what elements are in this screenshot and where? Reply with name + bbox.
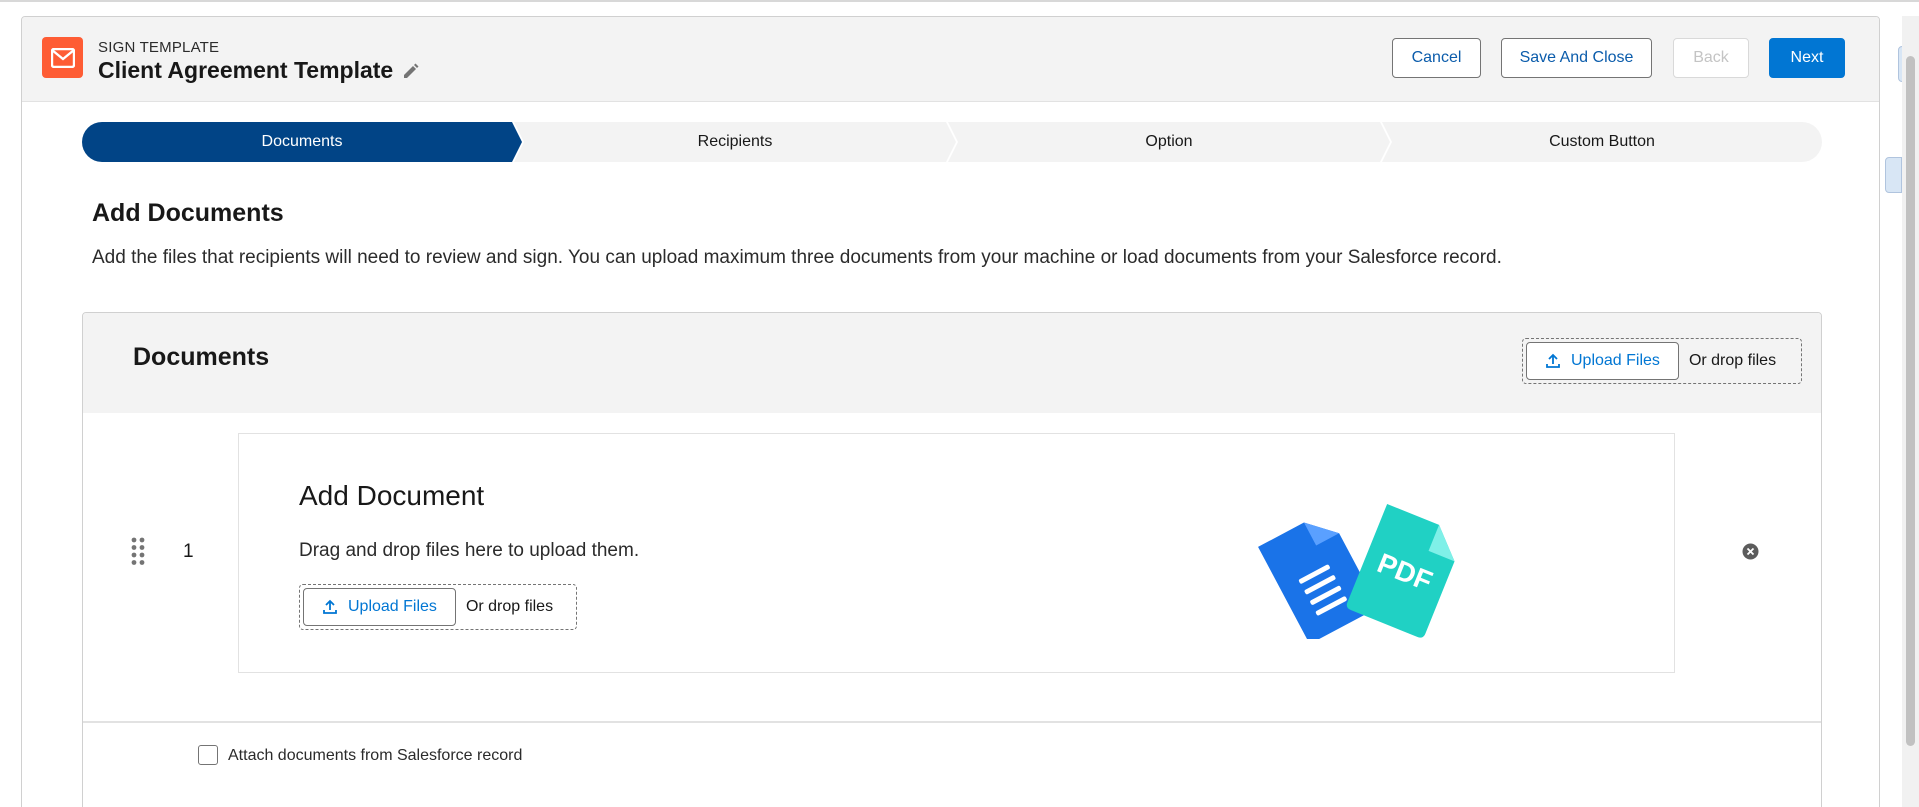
progress-path: Documents Recipients Option Custom Butto… [82,122,1822,162]
drop-files-label: Or drop files [1688,352,1777,369]
upload-files-button[interactable]: Upload Files [1526,342,1679,380]
mail-icon [42,37,83,78]
drag-handle-icon[interactable] [131,537,145,565]
upload-files-label: Upload Files [348,598,437,615]
cancel-button[interactable]: Cancel [1392,38,1481,78]
upload-icon [1546,353,1560,368]
attach-from-salesforce-label: Attach documents from Salesforce record [228,747,523,764]
document-row-number: 1 [183,541,194,562]
back-button[interactable]: Back [1673,38,1749,78]
documents-dropzone[interactable]: Upload Files Or drop files [1522,338,1802,384]
document-row: 1 Add Document Drag and drop files here … [83,413,1821,723]
path-step-recipients[interactable]: Recipients [514,122,956,162]
save-and-close-button[interactable]: Save And Close [1501,38,1652,78]
path-step-option[interactable]: Option [948,122,1390,162]
section-description: Add the files that recipients will need … [92,247,1502,268]
section-title: Add Documents [92,199,284,227]
documents-panel-footer: Attach documents from Salesforce record [83,721,1821,807]
scrollbar-thumb[interactable] [1906,56,1915,746]
pencil-icon[interactable] [401,61,421,81]
upload-files-label: Upload Files [1571,352,1660,369]
documents-title: Documents [133,343,270,371]
add-document-title: Add Document [299,480,485,511]
path-step-documents[interactable]: Documents [82,122,522,162]
header-eyebrow: SIGN TEMPLATE [98,39,220,56]
documents-panel-header: Documents Upload Files Or drop files [83,313,1821,413]
page-title: Client Agreement Template [98,57,394,83]
drop-files-label: Or drop files [465,598,554,615]
add-document-card: Add Document Drag and drop files here to… [238,433,1675,673]
sign-template-card: SIGN TEMPLATE Client Agreement Template … [21,16,1880,807]
path-step-custom-button[interactable]: Custom Button [1382,122,1822,162]
page-header: SIGN TEMPLATE Client Agreement Template … [22,17,1879,102]
upload-files-button[interactable]: Upload Files [303,588,456,626]
attach-from-salesforce-checkbox[interactable] [198,745,218,765]
vertical-scrollbar[interactable] [1902,16,1919,807]
document-dropzone[interactable]: Upload Files Or drop files [299,584,577,630]
next-button[interactable]: Next [1769,38,1845,78]
window-top-edge [0,0,1919,2]
add-document-description: Drag and drop files here to upload them. [299,540,640,561]
side-panel-toggle[interactable] [1885,157,1902,193]
close-circle-icon[interactable] [1742,543,1759,560]
document-illustration: PDF [1254,499,1469,643]
upload-icon [323,599,337,614]
documents-panel: Documents Upload Files Or drop files 1 A… [82,312,1822,807]
